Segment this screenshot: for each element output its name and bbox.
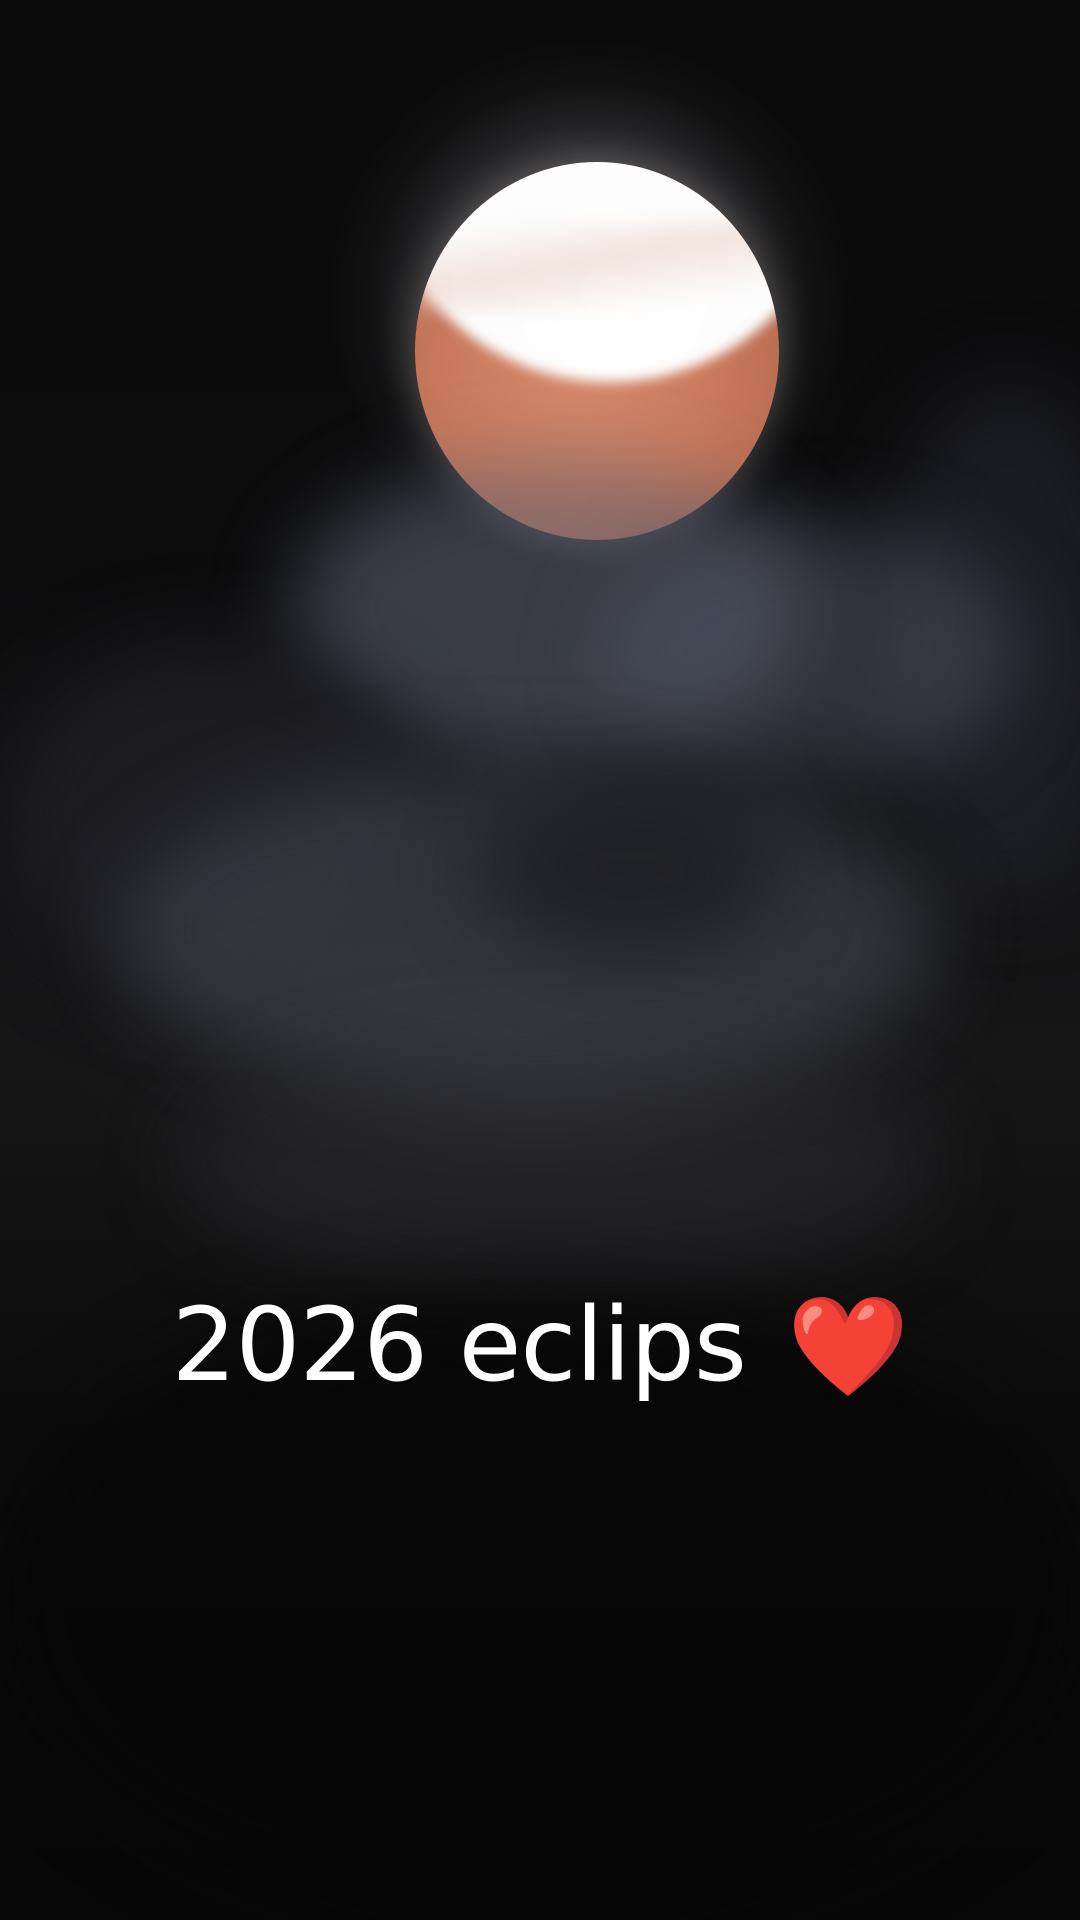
video-frame: 2026 eclips ❤️ bbox=[0, 0, 1080, 1920]
cloud bbox=[180, 1040, 940, 1300]
caption-overlay: 2026 eclips ❤️ bbox=[0, 1290, 1080, 1404]
cloud bbox=[600, 520, 1020, 780]
moon-shadow-edge bbox=[415, 222, 779, 312]
heart-emoji: ❤️ bbox=[787, 1290, 909, 1404]
cloud-dark bbox=[480, 780, 780, 960]
caption-text: 2026 eclips bbox=[171, 1286, 747, 1405]
